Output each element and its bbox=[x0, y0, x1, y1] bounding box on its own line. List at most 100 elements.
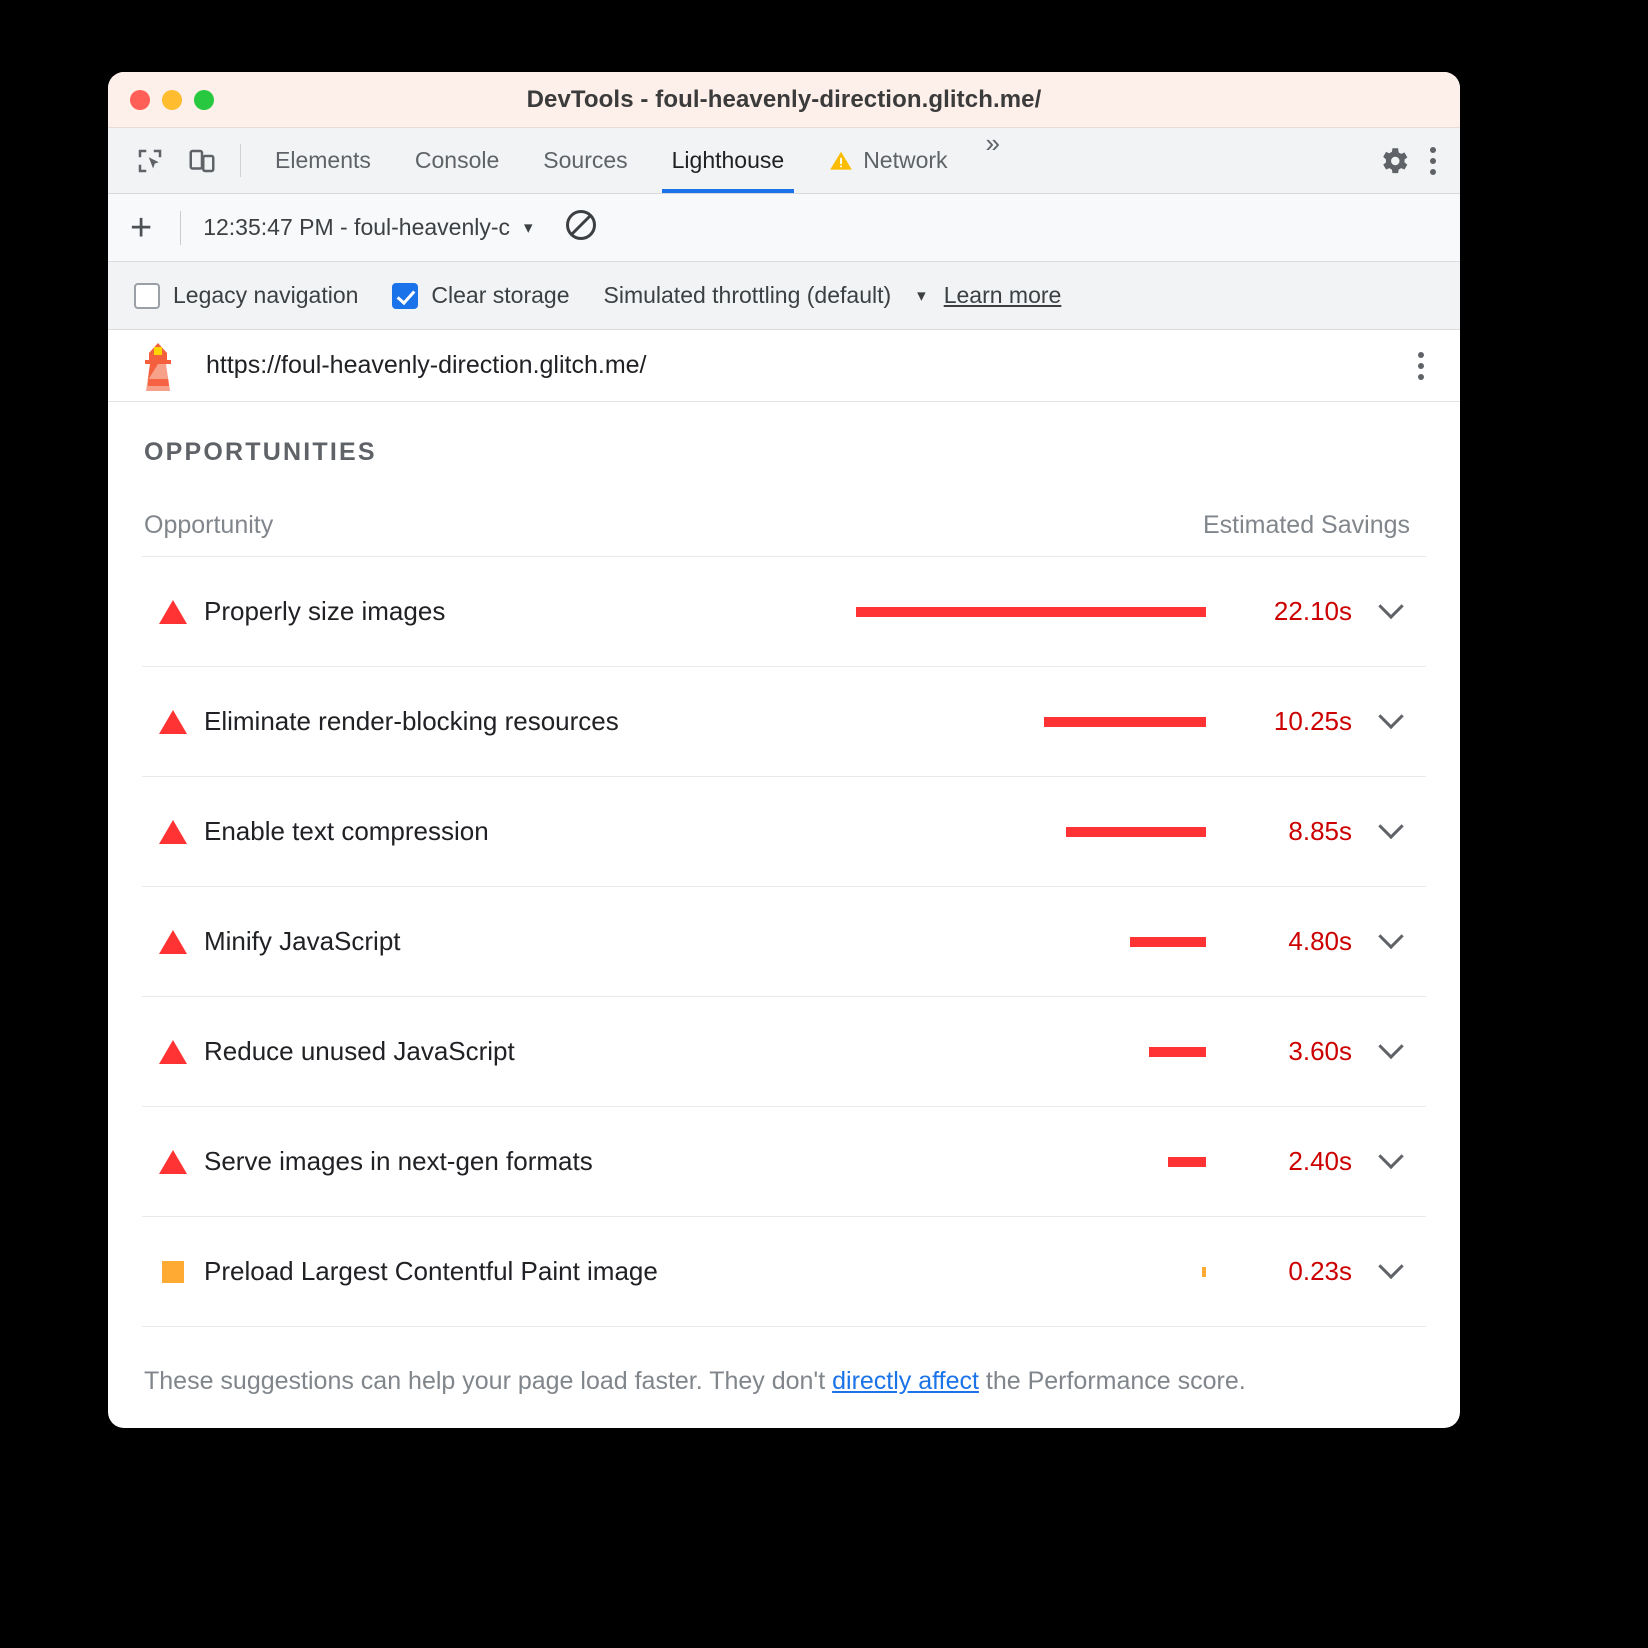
expand-row-button[interactable] bbox=[1356, 933, 1426, 951]
table-row[interactable]: Preload Largest Contentful Paint image0.… bbox=[142, 1217, 1426, 1327]
close-button[interactable] bbox=[130, 90, 150, 110]
triangle-icon bbox=[159, 710, 187, 734]
kebab-dot bbox=[1418, 374, 1424, 380]
table-row[interactable]: Properly size images22.10s bbox=[142, 557, 1426, 667]
report-select[interactable]: 12:35:47 PM - foul-heavenly-c ▾ bbox=[203, 214, 532, 241]
opportunity-label: Enable text compression bbox=[204, 816, 489, 847]
severity-marker bbox=[142, 930, 204, 954]
zoom-button[interactable] bbox=[194, 90, 214, 110]
minimize-button[interactable] bbox=[162, 90, 182, 110]
opportunity-label: Reduce unused JavaScript bbox=[204, 1036, 515, 1067]
panel-tabs: Elements Console Sources Lighthouse bbox=[253, 128, 1016, 193]
clear-storage-label: Clear storage bbox=[431, 282, 569, 309]
chevron-down-icon: ▾ bbox=[917, 286, 926, 306]
column-header-opportunity: Opportunity bbox=[144, 511, 273, 540]
savings-bar-track bbox=[856, 827, 1206, 837]
opportunities-table: Properly size images22.10sEliminate rend… bbox=[142, 557, 1426, 1327]
savings-value: 3.60s bbox=[1206, 1036, 1356, 1067]
inspect-element-button[interactable] bbox=[124, 128, 176, 193]
savings-bar-track bbox=[856, 937, 1206, 947]
section-title: OPPORTUNITIES bbox=[142, 402, 1426, 467]
opportunity-label: Minify JavaScript bbox=[204, 926, 401, 957]
kebab-dot bbox=[1430, 169, 1436, 175]
table-row[interactable]: Enable text compression8.85s bbox=[142, 777, 1426, 887]
severity-marker bbox=[142, 1150, 204, 1174]
table-row[interactable]: Reduce unused JavaScript 3.60s bbox=[142, 997, 1426, 1107]
tab-console[interactable]: Console bbox=[393, 128, 521, 193]
settings-button[interactable] bbox=[1368, 144, 1420, 178]
opportunities-section: OPPORTUNITIES Opportunity Estimated Savi… bbox=[108, 402, 1460, 1396]
savings-bar bbox=[1044, 717, 1206, 727]
tab-network-label: Network bbox=[863, 147, 947, 174]
window-titlebar: DevTools - foul-heavenly-direction.glitc… bbox=[108, 72, 1460, 128]
report-select-value: 12:35:47 PM - foul-heavenly-c bbox=[203, 214, 510, 241]
directly-affect-link[interactable]: directly affect bbox=[832, 1367, 979, 1395]
expand-row-button[interactable] bbox=[1356, 1153, 1426, 1171]
severity-marker bbox=[142, 710, 204, 734]
square-icon bbox=[162, 1261, 184, 1283]
severity-marker bbox=[142, 820, 204, 844]
clear-storage-option[interactable]: Clear storage bbox=[392, 282, 569, 309]
savings-bar-track bbox=[856, 1157, 1206, 1167]
savings-bar-track bbox=[856, 717, 1206, 727]
chevron-down-icon: ▾ bbox=[524, 218, 533, 238]
opportunity-label: Serve images in next-gen formats bbox=[204, 1146, 593, 1177]
opportunity-label: Preload Largest Contentful Paint image bbox=[204, 1256, 658, 1287]
devtools-tabstrip: Elements Console Sources Lighthouse bbox=[108, 128, 1460, 194]
new-report-button[interactable]: + bbox=[130, 209, 158, 247]
window-controls[interactable] bbox=[108, 90, 214, 110]
savings-bar bbox=[1168, 1157, 1206, 1167]
table-row[interactable]: Eliminate render-blocking resources 10.25… bbox=[142, 667, 1426, 777]
clear-storage-checkbox[interactable] bbox=[392, 283, 418, 309]
tab-elements[interactable]: Elements bbox=[253, 128, 393, 193]
device-toolbar-button[interactable] bbox=[176, 128, 228, 193]
footnote-text-before: These suggestions can help your page loa… bbox=[144, 1367, 832, 1395]
triangle-icon bbox=[159, 1040, 187, 1064]
savings-bar-track bbox=[856, 607, 1206, 617]
more-tabs-button[interactable]: » bbox=[970, 128, 1016, 193]
table-row[interactable]: Minify JavaScript4.80s bbox=[142, 887, 1426, 997]
tab-lighthouse[interactable]: Lighthouse bbox=[650, 128, 807, 193]
savings-bar bbox=[1130, 937, 1206, 947]
learn-more-link[interactable]: Learn more bbox=[944, 282, 1062, 309]
expand-row-button[interactable] bbox=[1356, 823, 1426, 841]
devtools-menu-button[interactable] bbox=[1420, 141, 1446, 181]
clear-reports-button[interactable] bbox=[563, 207, 599, 248]
screenshot-stage: DevTools - foul-heavenly-direction.glitc… bbox=[0, 0, 1648, 1648]
report-menu-button[interactable] bbox=[1408, 346, 1434, 386]
legacy-navigation-option[interactable]: Legacy navigation bbox=[134, 282, 358, 309]
devtools-window: DevTools - foul-heavenly-direction.glitc… bbox=[108, 72, 1460, 1428]
chevron-down-icon bbox=[1378, 1143, 1403, 1168]
table-row[interactable]: Serve images in next-gen formats 2.40s bbox=[142, 1107, 1426, 1217]
throttling-select[interactable]: Simulated throttling (default) ▾ bbox=[604, 282, 926, 309]
kebab-dot bbox=[1430, 147, 1436, 153]
savings-value: 10.25s bbox=[1206, 706, 1356, 737]
savings-value: 2.40s bbox=[1206, 1146, 1356, 1177]
legacy-navigation-label: Legacy navigation bbox=[173, 282, 358, 309]
savings-bar bbox=[1149, 1047, 1206, 1057]
expand-row-button[interactable] bbox=[1356, 1263, 1426, 1281]
report-url-header: https://foul-heavenly-direction.glitch.m… bbox=[108, 330, 1460, 402]
savings-bar bbox=[856, 607, 1206, 617]
tab-elements-label: Elements bbox=[275, 147, 371, 174]
opportunity-label: Properly size images bbox=[204, 596, 445, 627]
inspect-element-icon bbox=[135, 146, 165, 176]
chevron-down-icon bbox=[1378, 703, 1403, 728]
savings-bar bbox=[1066, 827, 1206, 837]
expand-row-button[interactable] bbox=[1356, 603, 1426, 621]
expand-row-button[interactable] bbox=[1356, 1043, 1426, 1061]
tab-network[interactable]: Network bbox=[806, 128, 969, 193]
opportunity-label: Eliminate render-blocking resources bbox=[204, 706, 619, 737]
severity-marker bbox=[142, 1040, 204, 1064]
no-entry-icon bbox=[563, 207, 599, 243]
runbar-divider bbox=[180, 211, 181, 245]
tab-sources[interactable]: Sources bbox=[521, 128, 649, 193]
tab-sources-label: Sources bbox=[543, 147, 627, 174]
chevron-down-icon bbox=[1378, 1253, 1403, 1278]
savings-bar-track bbox=[856, 1047, 1206, 1057]
expand-row-button[interactable] bbox=[1356, 713, 1426, 731]
savings-bar-track bbox=[856, 1267, 1206, 1277]
legacy-navigation-checkbox[interactable] bbox=[134, 283, 160, 309]
triangle-icon bbox=[159, 600, 187, 624]
report-url: https://foul-heavenly-direction.glitch.m… bbox=[206, 351, 647, 380]
